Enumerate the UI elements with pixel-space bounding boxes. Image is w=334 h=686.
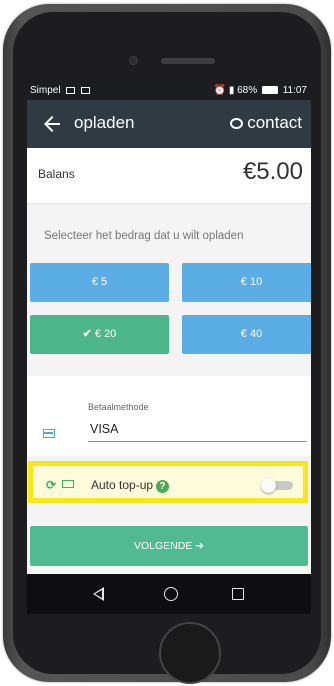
payment-method-label: Betaalmethode [88,402,149,412]
nav-back-icon[interactable] [93,587,104,601]
payment-method-field[interactable]: VISA [90,422,119,436]
alarm-icon: ⏰ [213,85,227,96]
next-button-label: VOLGENDE [133,540,193,552]
balance-row: Balans €5.00 [27,148,311,204]
amount-label: € 5 [91,276,108,288]
battery-percent: 68% [237,85,258,96]
field-underline [88,441,307,442]
balance-label: Balans [38,167,75,181]
contact-label: contact [247,113,302,132]
auto-topup-text: Auto top-up [91,478,154,492]
page-title: opladen [74,113,135,132]
credit-card-icon [43,429,55,438]
home-button[interactable] [159,622,221,684]
help-icon[interactable]: ? [156,480,170,493]
amount-option-20[interactable]: ✔ € 20 [30,315,169,354]
amount-instruction: Selecteer het bedrag dat u wilt opladen [44,230,244,242]
amount-option-5[interactable]: € 5 [30,263,169,302]
auto-topup-toggle[interactable] [261,478,293,493]
amount-label: € 40 [240,328,263,340]
image-icon [81,87,91,94]
checkmark-icon: ✔ [82,328,92,340]
nav-recent-apps-icon[interactable] [232,588,244,600]
amount-option-10[interactable]: € 10 [182,263,311,302]
nav-back-icon-inner [95,589,102,598]
mail-icon [66,87,76,94]
auto-topup-row: ⟳ Auto top-up? [28,461,308,503]
carrier-name: Simpel [30,85,61,96]
earpiece-speaker [161,58,215,64]
chat-icon [230,118,244,129]
arrow-left-icon[interactable] [40,112,64,136]
balance-value: €5.00 [242,158,303,185]
amount-option-40[interactable]: € 40 [182,315,311,354]
app-screen: Simpel ⏰ ▮ 68% 11:07 opladen contact Bal… [27,82,311,614]
next-button[interactable]: VOLGENDE ➔ [30,526,308,566]
app-bar: opladen contact [27,100,311,148]
auto-topup-label: Auto top-up? [91,478,170,493]
refresh-icon: ⟳ [46,478,57,492]
payment-method-card: Betaalmethode VISA [27,376,311,456]
amount-label: € 20 [94,328,117,340]
android-nav-bar [27,574,311,614]
front-camera [129,56,138,65]
status-bar: Simpel ⏰ ▮ 68% 11:07 [27,82,311,100]
signal-icon: ▮ [228,85,235,96]
contact-button[interactable]: contact [230,113,302,133]
toggle-knob [261,478,276,493]
nav-home-icon[interactable] [164,587,178,601]
amount-label: € 10 [240,276,263,288]
topup-section: Selecteer het bedrag dat u wilt opladen … [27,204,311,604]
battery-icon [261,86,278,94]
money-icon [62,480,74,488]
arrow-right-icon: ➔ [195,540,205,552]
clock: 11:07 [282,85,307,96]
